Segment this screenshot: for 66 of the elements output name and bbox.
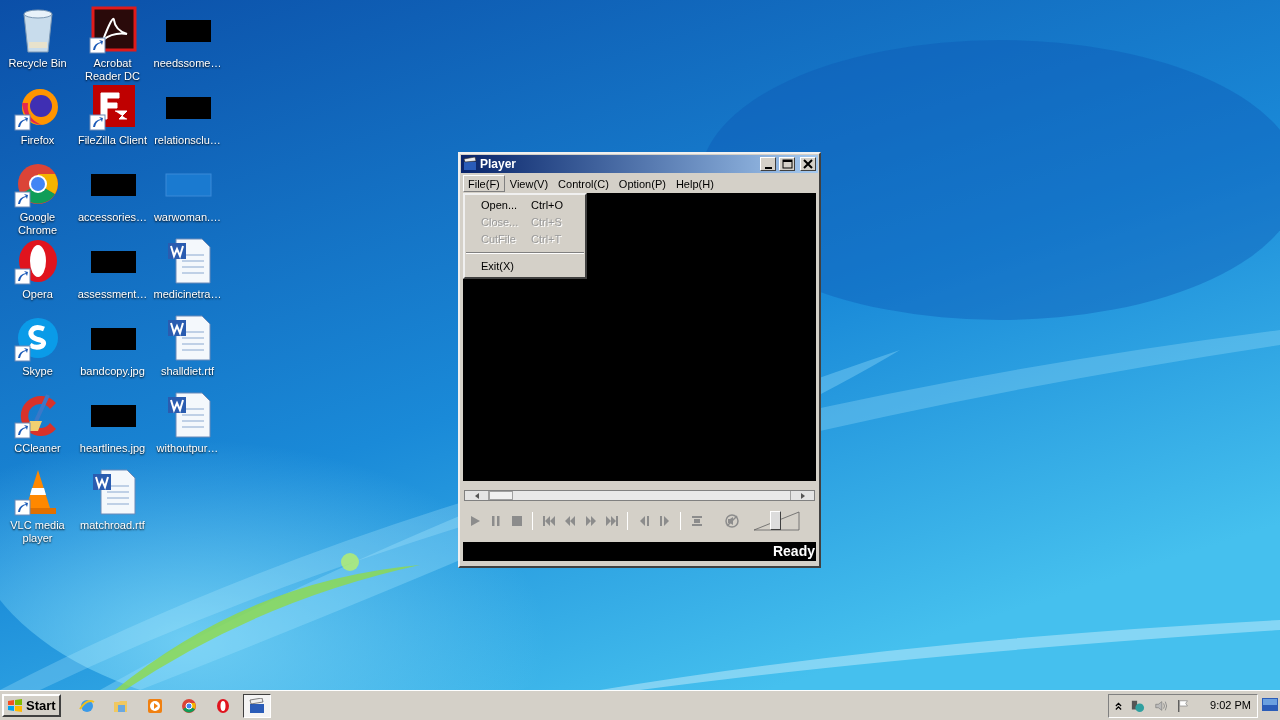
icon-label: withoutpur… bbox=[155, 442, 220, 455]
icon-label: medicinetra… bbox=[152, 288, 223, 301]
icon-label: Skype bbox=[21, 365, 54, 378]
icon-label: relationsclu… bbox=[153, 134, 222, 147]
icon-label: Acrobat Reader DC bbox=[84, 57, 141, 83]
menu-option[interactable]: Exit(X) bbox=[465, 258, 585, 275]
globe-icon bbox=[78, 697, 95, 714]
icon-label: Recycle Bin bbox=[7, 57, 68, 70]
icon-label: FileZilla Client bbox=[76, 134, 149, 147]
menu-item[interactable]: Help(H) bbox=[670, 174, 719, 192]
icon-label: bandcopy.jpg bbox=[79, 365, 146, 378]
icon-label: Google Chrome bbox=[16, 211, 59, 237]
arrow-right-icon bbox=[799, 492, 806, 499]
minimize-icon bbox=[764, 166, 772, 169]
icon-label: Firefox bbox=[19, 134, 56, 147]
film-clapper-icon bbox=[248, 697, 265, 714]
play-tile-icon bbox=[146, 697, 163, 714]
menu-item[interactable]: Option(P) bbox=[613, 174, 671, 192]
icon-label: warwoman.… bbox=[152, 211, 223, 224]
minimize-button[interactable] bbox=[760, 157, 776, 171]
stop-icon bbox=[509, 514, 524, 528]
ring-logo-icon bbox=[214, 697, 231, 714]
taskbar-button[interactable] bbox=[242, 693, 271, 718]
show-desktop-icon[interactable] bbox=[1262, 698, 1278, 711]
scroll-right-button[interactable] bbox=[790, 491, 814, 500]
status-text: Ready bbox=[772, 542, 815, 561]
menu-item[interactable]: File(F) bbox=[463, 174, 505, 192]
scroll-left-button[interactable] bbox=[465, 491, 489, 500]
chevron-up-icon[interactable] bbox=[1115, 700, 1122, 711]
icon-label: heartlines.jpg bbox=[78, 442, 147, 455]
tricolor-circle-icon bbox=[180, 697, 197, 714]
film-clapper-icon bbox=[463, 157, 477, 171]
fullscreen-icon bbox=[689, 514, 704, 528]
seek-bar[interactable] bbox=[464, 490, 815, 501]
clock[interactable]: 9:02 PM bbox=[1210, 697, 1251, 714]
flag-icon[interactable] bbox=[1176, 697, 1190, 714]
start-button[interactable]: Start bbox=[2, 694, 61, 717]
maximize-button[interactable] bbox=[779, 157, 795, 171]
pdf-app-icon[interactable] bbox=[88, 6, 137, 54]
close-button[interactable] bbox=[800, 157, 816, 171]
menu-item[interactable]: Control(C) bbox=[553, 174, 614, 192]
app-tile-icon[interactable] bbox=[88, 83, 137, 131]
speaker-muted-icon bbox=[724, 514, 739, 528]
icon-label: accessories… bbox=[76, 211, 149, 224]
step-forward-icon bbox=[657, 514, 672, 528]
seek-thumb[interactable] bbox=[489, 491, 514, 500]
menu-item[interactable]: View(V) bbox=[504, 174, 554, 192]
skip-back-icon bbox=[541, 514, 556, 528]
icon-label: VLC media player bbox=[9, 519, 66, 545]
windows-logo-icon bbox=[7, 698, 23, 713]
volume-thumb[interactable] bbox=[769, 511, 781, 530]
maximize-icon bbox=[780, 158, 794, 170]
skip-forward-icon bbox=[604, 514, 619, 528]
icon-label: assessment… bbox=[76, 288, 149, 301]
icon-label: matchroad.rtf bbox=[79, 519, 146, 532]
icon-label: CCleaner bbox=[13, 442, 62, 455]
volume-slider[interactable] bbox=[754, 511, 800, 531]
icon-label: shalldiet.rtf bbox=[159, 365, 216, 378]
arrow-left-icon bbox=[473, 492, 480, 499]
volume-ramp-icon bbox=[754, 511, 800, 531]
icon-label: needssome… bbox=[152, 57, 223, 70]
icon-label: Opera bbox=[21, 288, 54, 301]
fast-forward-icon bbox=[583, 514, 598, 528]
window-title: Player bbox=[480, 156, 518, 173]
close-icon bbox=[801, 158, 815, 170]
menu-option[interactable]: Open... Ctrl+O bbox=[465, 197, 585, 214]
